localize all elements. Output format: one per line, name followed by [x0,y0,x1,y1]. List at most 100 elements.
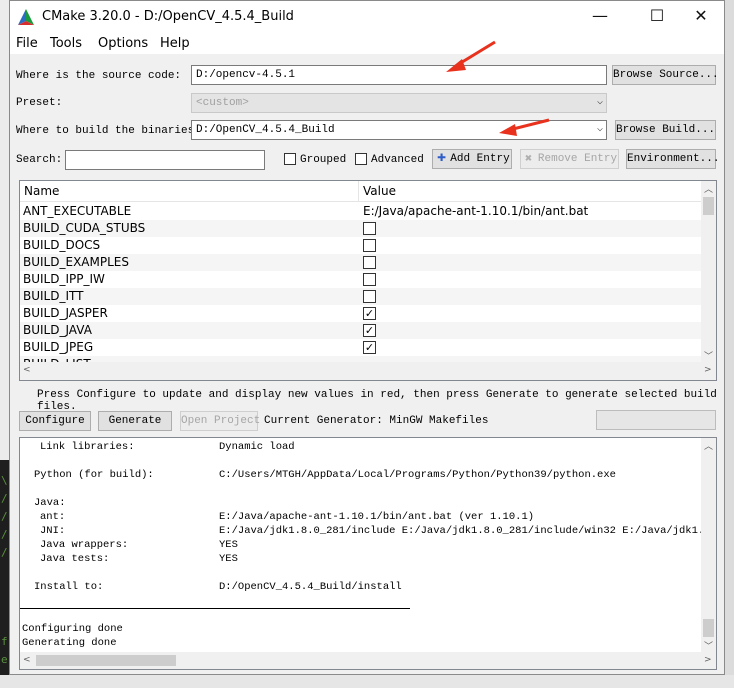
output-log: Link libraries: Dynamic load Python (for b… [19,437,717,670]
close-button[interactable]: ✕ [678,5,724,29]
scroll-right-icon[interactable]: > [704,365,712,375]
scroll-down-icon[interactable]: ﹀ [704,639,713,652]
table-vertical-scrollbar[interactable]: ︿ ﹀ [701,181,716,362]
plus-icon: ✚ [437,149,447,166]
menu-file[interactable]: File [16,36,38,51]
column-header-value[interactable]: Value [359,181,702,202]
remove-icon: ✖ [525,152,533,166]
log-key: Java wrappers: [40,539,129,551]
menu-bar: File Tools Options Help [10,32,724,54]
log-value: C:/Users/MTGH/AppData/Local/Programs/Pyt… [219,469,616,481]
log-value: YES [219,539,238,551]
table-row[interactable]: BUILD_IPP_IW [20,271,701,288]
scroll-thumb[interactable] [703,197,714,215]
cmake-window: CMake 3.20.0 - D:/OpenCV_4.5.4_Build — ☐… [9,0,725,675]
minimize-button[interactable]: — [577,5,623,29]
log-key: JNI: [40,525,66,537]
log-key: Link libraries: [40,441,135,453]
log-key: Python (for build): [34,469,154,481]
chevron-down-icon[interactable]: ⌵ [597,123,603,135]
log-value: Dynamic load [219,441,295,453]
build-path-value: D:/OpenCV_4.5.4_Build [196,124,335,136]
grouped-label: Grouped [300,154,347,166]
preset-label: Preset: [16,97,63,109]
unchecked-checkbox[interactable] [363,239,376,252]
remove-entry-label: Remove Entry [537,153,618,165]
checked-checkbox[interactable]: ✓ [363,341,376,354]
log-value: D:/OpenCV_4.5.4_Build/install [219,581,402,593]
scroll-up-icon[interactable]: ︿ [704,182,713,195]
advanced-checkbox[interactable] [355,153,367,165]
table-row[interactable]: BUILD_JASPER ✓ [20,305,701,322]
log-value: YES [219,553,238,565]
build-label: Where to build the binaries: [16,125,201,137]
browse-build-button[interactable]: Browse Build... [615,120,716,140]
search-input[interactable] [65,150,265,170]
log-key: Java: [34,497,66,509]
cell-name: BUILD_JASPER [23,306,108,320]
menu-tools[interactable]: Tools [50,36,82,51]
source-path-input[interactable]: D:/opencv-4.5.1 [191,65,607,85]
background-bottom [0,675,734,688]
cache-variables-table: Name Value ANT_EXECUTABLE E:/Java/apache-… [19,180,717,381]
unchecked-checkbox[interactable] [363,256,376,269]
preset-value: <custom> [196,97,249,109]
table-row[interactable]: BUILD_JPEG ✓ [20,339,701,356]
scroll-thumb[interactable] [36,655,176,666]
maximize-button[interactable]: ☐ [634,5,680,29]
table-row[interactable]: BUILD_EXAMPLES [20,254,701,271]
red-arrow-icon [446,40,496,72]
source-label: Where is the source code: [16,70,182,82]
search-label: Search: [16,154,63,166]
table-row[interactable]: BUILD_DOCS [20,237,701,254]
log-value: E:/Java/apache-ant-1.10.1/bin/ant.bat (v… [219,511,535,523]
table-row[interactable]: BUILD_CUDA_STUBS [20,220,701,237]
open-project-button: Open Project [180,411,260,431]
title-bar: CMake 3.20.0 - D:/OpenCV_4.5.4_Build — ☐… [10,1,724,32]
add-entry-button[interactable]: ✚ Add Entry [432,149,512,169]
cell-name: BUILD_DOCS [23,238,101,252]
scroll-up-icon[interactable]: ︿ [704,439,713,452]
scroll-right-icon[interactable]: > [704,655,712,665]
cell-name: BUILD_EXAMPLES [23,255,129,269]
checked-checkbox[interactable]: ✓ [363,324,376,337]
generate-button[interactable]: Generate [98,411,172,431]
cell-name: BUILD_JPEG [23,340,94,354]
window-title: CMake 3.20.0 - D:/OpenCV_4.5.4_Build [42,9,294,24]
menu-help[interactable]: Help [160,36,190,51]
current-generator-label: Current Generator: MinGW Makefiles [264,415,489,427]
scroll-down-icon[interactable]: ﹀ [704,349,713,362]
log-key: ant: [40,511,66,523]
table-row[interactable]: ANT_EXECUTABLE E:/Java/apache-ant-1.10.1/… [20,203,701,220]
scroll-thumb[interactable] [703,619,714,637]
grouped-checkbox[interactable] [284,153,296,165]
column-header-name[interactable]: Name [20,181,359,202]
unchecked-checkbox[interactable] [363,290,376,303]
table-row[interactable]: BUILD_JAVA ✓ [20,322,701,339]
log-divider [20,608,410,609]
remove-entry-button: ✖ Remove Entry [520,149,619,169]
menu-options[interactable]: Options [98,36,148,51]
scroll-left-icon[interactable]: < [23,365,31,375]
progress-bar [596,410,716,430]
cell-name: BUILD_IPP_IW [23,272,105,286]
unchecked-checkbox[interactable] [363,222,376,235]
configure-button[interactable]: Configure [19,411,91,431]
add-entry-label: Add Entry [450,153,510,165]
preset-combo: <custom> ⌵ [191,93,607,113]
cell-name: ANT_EXECUTABLE [23,204,132,218]
checked-checkbox[interactable]: ✓ [363,307,376,320]
scroll-left-icon[interactable]: < [23,655,31,665]
log-vertical-scrollbar[interactable]: ︿ ﹀ [701,438,716,652]
table-row[interactable]: BUILD_ITT [20,288,701,305]
unchecked-checkbox[interactable] [363,273,376,286]
cell-value[interactable]: E:/Java/apache-ant-1.10.1/bin/ant.bat [363,204,588,218]
log-key: Configuring done [22,623,123,635]
environment-button[interactable]: Environment... [626,149,719,169]
table-horizontal-scrollbar[interactable]: < > [20,362,716,380]
browse-source-button[interactable]: Browse Source... [612,65,719,85]
background-terminal: \ / / / / fe [0,460,9,675]
cell-name: BUILD_CUDA_STUBS [23,221,146,235]
log-horizontal-scrollbar[interactable]: < > [20,652,716,669]
red-arrow-icon [499,118,550,136]
